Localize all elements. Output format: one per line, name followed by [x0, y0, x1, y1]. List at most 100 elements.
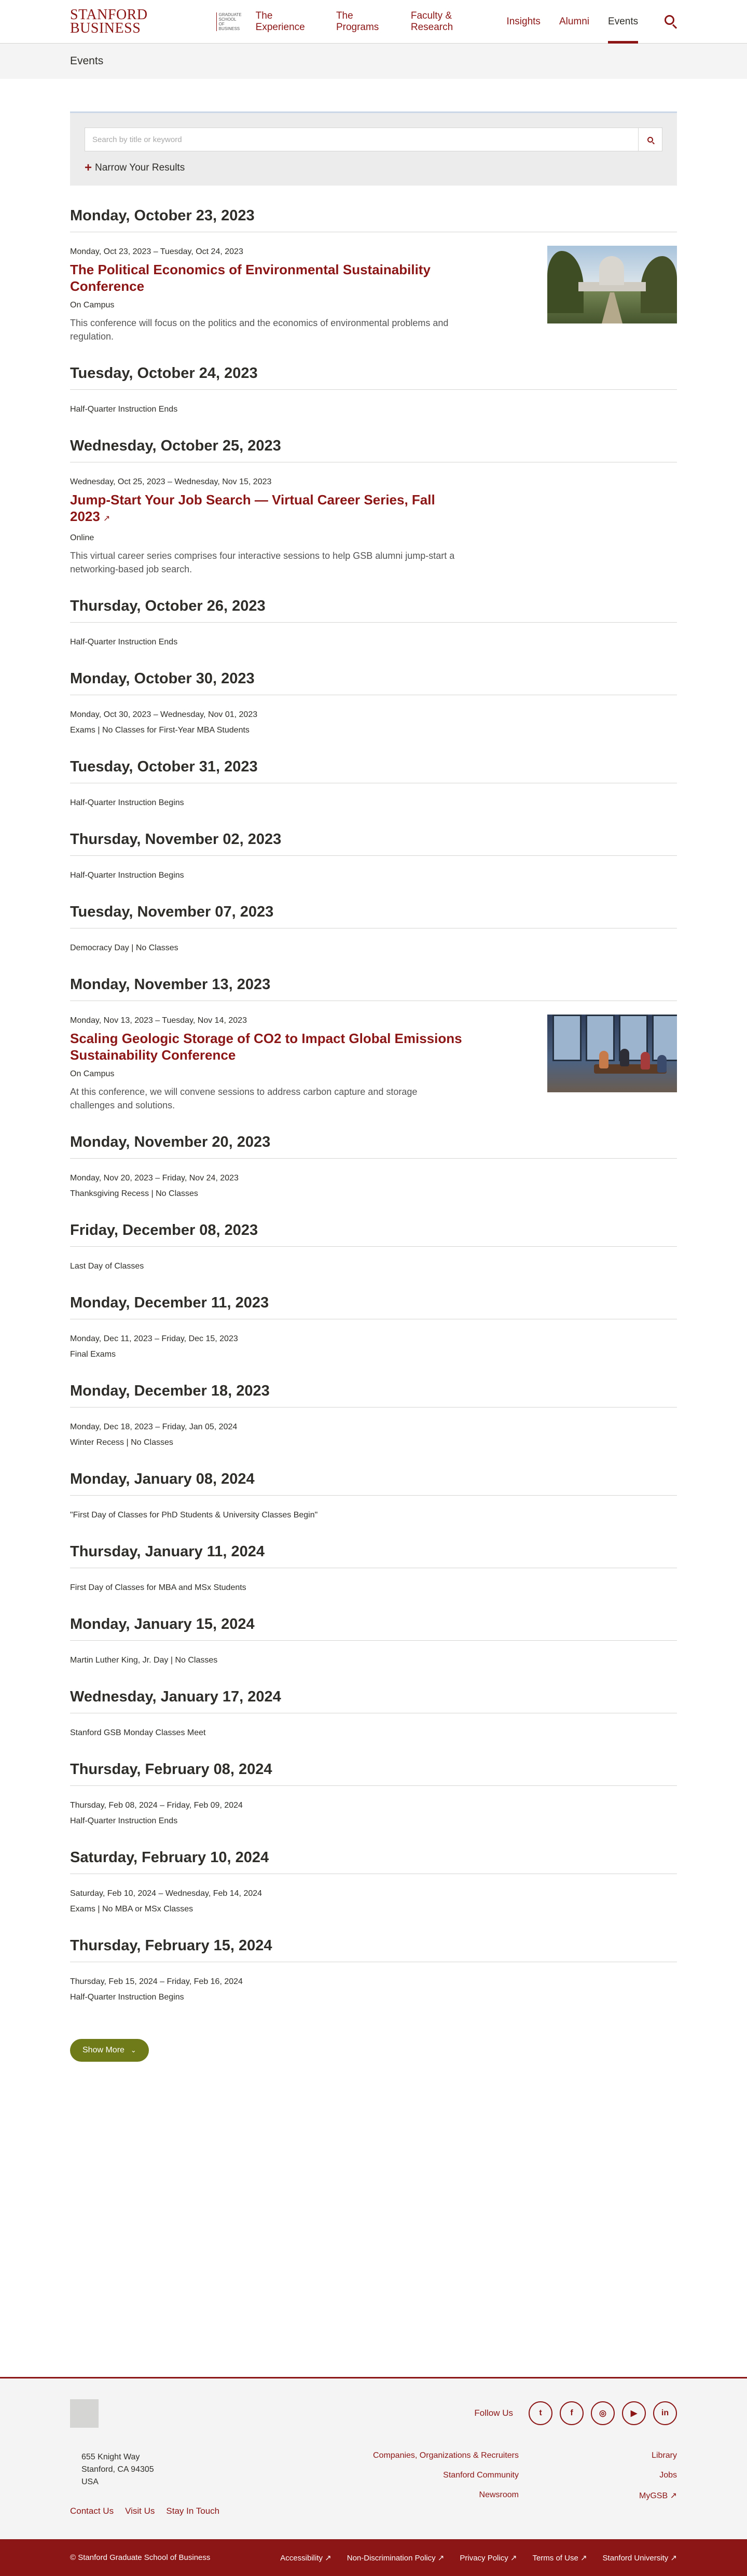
- event-note: Monday, Dec 18, 2023 – Friday, Jan 05, 2…: [70, 1423, 238, 1431]
- footer-contact-link[interactable]: Stay In Touch: [166, 2506, 219, 2516]
- event-body: Monday, Oct 23, 2023 – Tuesday, Oct 24, …: [70, 246, 464, 343]
- footer-link[interactable]: Companies, Organizations & Recruiters: [373, 2451, 519, 2460]
- day-group: Tuesday, October 24, 2023 Half-Quarter In…: [70, 365, 677, 416]
- address-line: USA: [81, 2478, 99, 2486]
- nav-item-the-experience[interactable]: The Experience: [256, 0, 317, 44]
- event-note: Monday, Dec 11, 2023 – Friday, Dec 15, 2…: [70, 1334, 238, 1343]
- twitter-icon[interactable]: t: [529, 2401, 552, 2425]
- show-more-button[interactable]: Show More ⌄: [70, 2039, 149, 2062]
- address: 655 Knight Way Stanford, CA 94305 USA: [81, 2451, 154, 2488]
- event-notes-body: Democracy Day | No Classes: [70, 942, 464, 954]
- event-image-meeting[interactable]: [547, 1015, 677, 1092]
- day-group: Thursday, November 02, 2023 Half-Quarter …: [70, 831, 677, 882]
- legal-link[interactable]: Privacy Policy ↗: [460, 2553, 517, 2563]
- day-heading: Wednesday, January 17, 2024: [70, 1688, 677, 1713]
- footer-contact-link[interactable]: Visit Us: [125, 2506, 155, 2516]
- event-notes-body: Stanford GSB Monday Classes Meet: [70, 1727, 464, 1739]
- day-heading: Monday, October 30, 2023: [70, 670, 677, 695]
- search-button[interactable]: [639, 128, 662, 151]
- event-image-capitol[interactable]: [547, 246, 677, 323]
- day-group: Wednesday, January 17, 2024 Stanford GSB …: [70, 1688, 677, 1739]
- footer-link[interactable]: Jobs: [639, 2471, 677, 2480]
- day-group: Thursday, January 11, 2024 First Day of C…: [70, 1543, 677, 1594]
- search-row: [85, 128, 662, 151]
- legal-link[interactable]: Terms of Use ↗: [532, 2553, 587, 2563]
- event-notes: Half-Quarter Instruction Begins: [70, 869, 677, 882]
- event-notes: Martin Luther King, Jr. Day | No Classes: [70, 1654, 677, 1667]
- copyright: © Stanford Graduate School of Business: [70, 2553, 211, 2562]
- event-notes-body: First Day of Classes for MBA and MSx Stu…: [70, 1582, 464, 1594]
- footer-link[interactable]: Stanford Community: [373, 2471, 519, 2480]
- filter-panel: + Narrow Your Results: [70, 111, 677, 186]
- event-day-list: Monday, October 23, 2023 Monday, Oct 23, …: [70, 207, 677, 2004]
- event-description: At this conference, we will convene sess…: [70, 1087, 418, 1110]
- youtube-icon[interactable]: ▶: [622, 2401, 646, 2425]
- day-heading: Monday, October 23, 2023: [70, 207, 677, 232]
- event-card: Monday, Oct 23, 2023 – Tuesday, Oct 24, …: [70, 246, 677, 343]
- legal-link[interactable]: Stanford University ↗: [603, 2553, 677, 2563]
- event-note: Half-Quarter Instruction Ends: [70, 1817, 178, 1825]
- event-notes: Monday, Nov 20, 2023 – Friday, Nov 24, 2…: [70, 1172, 677, 1200]
- day-group: Monday, October 23, 2023 Monday, Oct 23, …: [70, 207, 677, 343]
- events-content: + Narrow Your Results Monday, October 23…: [70, 111, 677, 2062]
- footer-link[interactable]: Newsroom: [373, 2490, 519, 2500]
- footer-contact-link[interactable]: Contact Us: [70, 2506, 114, 2516]
- event-notes: Saturday, Feb 10, 2024 – Wednesday, Feb …: [70, 1888, 677, 1916]
- day-group: Thursday, February 15, 2024 Thursday, Feb…: [70, 1937, 677, 2004]
- day-group: Monday, December 11, 2023 Monday, Dec 11,…: [70, 1294, 677, 1361]
- page-title: Events: [70, 55, 104, 67]
- site-header: STANFORD BUSINESS Graduate School of Bus…: [0, 0, 747, 44]
- event-date: Monday, Nov 13, 2023 – Tuesday, Nov 14, …: [70, 1016, 247, 1025]
- site-search-icon[interactable]: [663, 14, 677, 30]
- event-note: Thursday, Feb 08, 2024 – Friday, Feb 09,…: [70, 1801, 243, 1810]
- legal-link[interactable]: Accessibility ↗: [280, 2553, 331, 2563]
- footer-links-middle: Companies, Organizations & Recruiters Sta…: [373, 2451, 519, 2510]
- external-link-icon: ↗: [103, 514, 110, 523]
- nav-item-faculty-research[interactable]: Faculty & Research: [411, 0, 488, 44]
- event-title-link[interactable]: The Political Economics of Environmental…: [70, 261, 464, 294]
- event-note: Thursday, Feb 15, 2024 – Friday, Feb 16,…: [70, 1977, 243, 1986]
- nav-item-events[interactable]: Events: [608, 0, 639, 44]
- nav-item-alumni[interactable]: Alumni: [559, 0, 589, 44]
- search-input[interactable]: [85, 128, 639, 151]
- day-heading: Monday, November 13, 2023: [70, 976, 677, 1001]
- event-description: This virtual career series comprises fou…: [70, 551, 455, 574]
- linkedin-icon[interactable]: in: [653, 2401, 677, 2425]
- day-group: Monday, November 20, 2023 Monday, Nov 20,…: [70, 1134, 677, 1200]
- page-title-bar: Events: [0, 44, 747, 79]
- narrow-results-toggle[interactable]: + Narrow Your Results: [85, 162, 662, 174]
- day-group: Thursday, February 08, 2024 Thursday, Feb…: [70, 1761, 677, 1827]
- logo-subtext: Graduate School of Business: [216, 12, 242, 31]
- narrow-results-label: Narrow Your Results: [95, 162, 185, 173]
- day-heading: Thursday, October 26, 2023: [70, 598, 677, 623]
- legal-link[interactable]: Non-Discrimination Policy ↗: [347, 2553, 445, 2563]
- instagram-icon[interactable]: ◎: [591, 2401, 615, 2425]
- event-card: Wednesday, Oct 25, 2023 – Wednesday, Nov…: [70, 476, 677, 576]
- footer-link[interactable]: Library: [639, 2451, 677, 2460]
- facebook-icon[interactable]: f: [560, 2401, 584, 2425]
- event-notes-body: Martin Luther King, Jr. Day | No Classes: [70, 1654, 464, 1667]
- day-group: Tuesday, October 31, 2023 Half-Quarter In…: [70, 758, 677, 809]
- address-line: 655 Knight Way: [81, 2453, 140, 2461]
- nav-item-the-programs[interactable]: The Programs: [336, 0, 392, 44]
- event-title-text: Scaling Geologic Storage of CO2 to Impac…: [70, 1031, 462, 1063]
- event-title-link[interactable]: Scaling Geologic Storage of CO2 to Impac…: [70, 1030, 464, 1063]
- event-note: Half-Quarter Instruction Begins: [70, 871, 184, 880]
- event-notes: Thursday, Feb 08, 2024 – Friday, Feb 09,…: [70, 1799, 677, 1827]
- day-heading: Monday, December 18, 2023: [70, 1383, 677, 1407]
- day-heading: Tuesday, October 24, 2023: [70, 365, 677, 390]
- event-note: Saturday, Feb 10, 2024 – Wednesday, Feb …: [70, 1889, 262, 1898]
- day-heading: Monday, January 08, 2024: [70, 1471, 677, 1496]
- footer-logo[interactable]: [70, 2399, 99, 2428]
- day-heading: Monday, November 20, 2023: [70, 1134, 677, 1159]
- footer-link[interactable]: MyGSB ↗: [639, 2490, 677, 2501]
- event-title-link[interactable]: Jump-Start Your Job Search — Virtual Car…: [70, 491, 464, 527]
- event-date: Monday, Oct 23, 2023 – Tuesday, Oct 24, …: [70, 247, 243, 256]
- event-note: Half-Quarter Instruction Ends: [70, 638, 178, 646]
- event-note: First Day of Classes for MBA and MSx Stu…: [70, 1583, 246, 1592]
- nav-item-insights[interactable]: Insights: [506, 0, 540, 44]
- day-heading: Saturday, February 10, 2024: [70, 1849, 677, 1874]
- event-notes-body: Thursday, Feb 15, 2024 – Friday, Feb 16,…: [70, 1976, 464, 2004]
- day-heading: Tuesday, November 07, 2023: [70, 904, 677, 928]
- stanford-gsb-logo[interactable]: STANFORD BUSINESS Graduate School of Bus…: [70, 7, 242, 35]
